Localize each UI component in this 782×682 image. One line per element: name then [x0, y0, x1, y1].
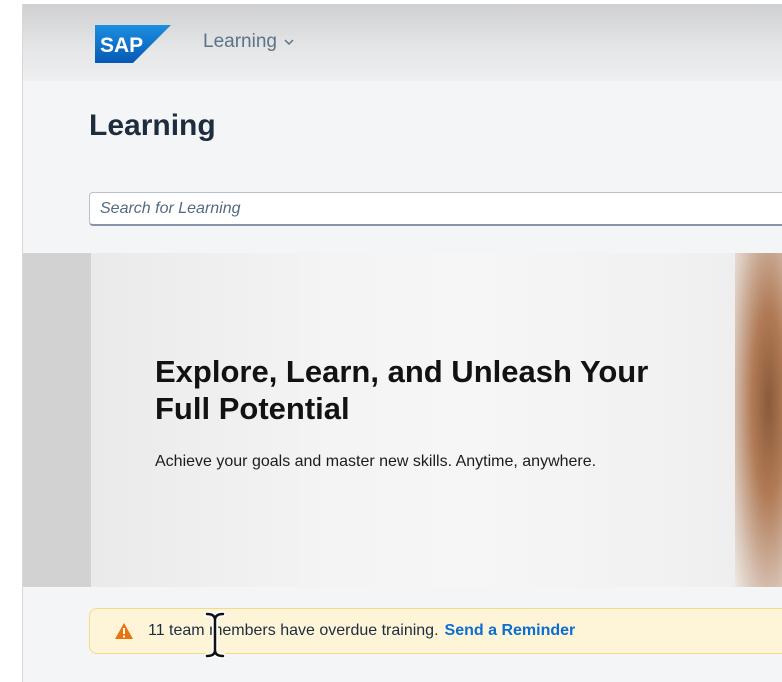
hero-photo: [735, 253, 782, 587]
app-menu-label: Learning: [203, 31, 277, 52]
shell-bar: SAP Learning: [23, 5, 782, 81]
chevron-down-icon: [284, 39, 294, 46]
sap-logo-text: SAP: [100, 34, 143, 57]
send-reminder-link[interactable]: Send a Reminder: [445, 622, 576, 640]
search-input[interactable]: [89, 192, 782, 226]
text-cursor-icon: [204, 611, 226, 659]
hero-title: Explore, Learn, and Unleash Your Full Po…: [155, 354, 649, 426]
sap-logo[interactable]: SAP: [95, 25, 171, 63]
app-menu-button[interactable]: Learning: [203, 31, 295, 53]
hero-subtitle: Achieve your goals and master new skills…: [155, 453, 597, 470]
alert-message: 11 team members have overdue training.: [148, 622, 439, 639]
overdue-training-alert: 11 team members have overdue training. S…: [89, 608, 782, 654]
warning-icon: [115, 623, 133, 639]
page-title: Learning: [89, 109, 216, 142]
app-window: SAP Learning Learning Explore, Learn, an…: [22, 4, 782, 682]
hero-banner: Explore, Learn, and Unleash Your Full Po…: [91, 253, 782, 587]
